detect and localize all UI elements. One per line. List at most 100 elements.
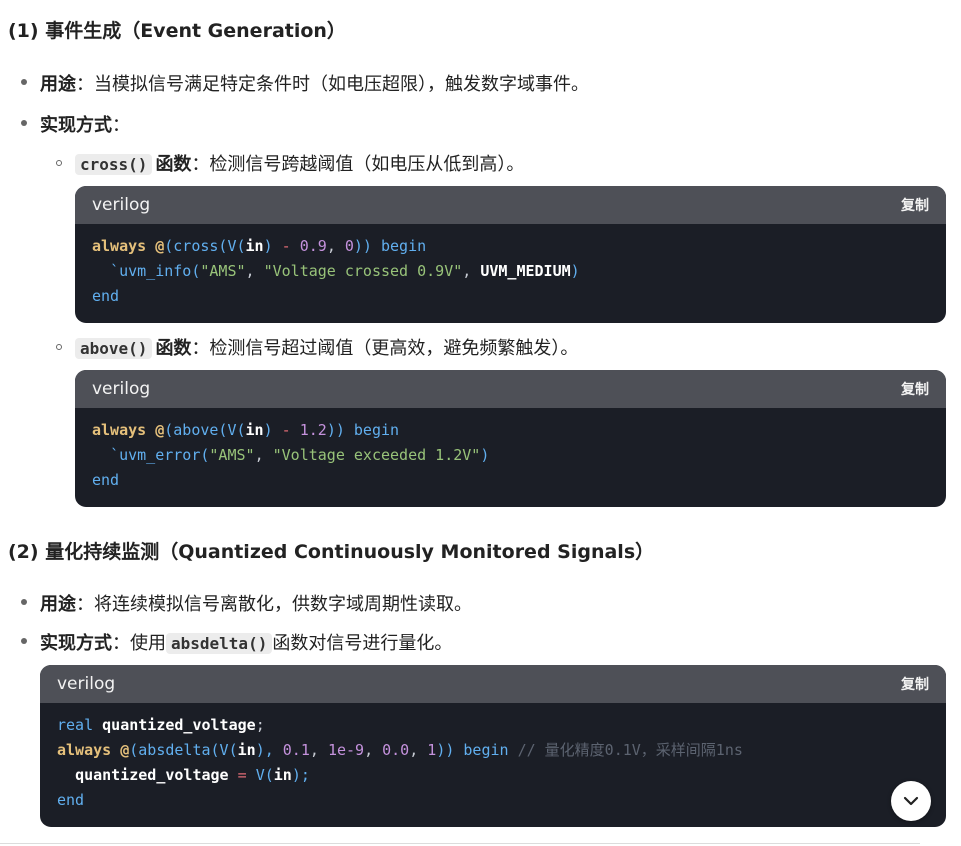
section-heading-event-generation: (1) 事件生成（Event Generation） (8, 20, 346, 42)
code-variable: quantized_voltage (75, 766, 229, 784)
scroll-down-button[interactable] (891, 781, 931, 821)
code-begin: begin (353, 421, 400, 439)
code-paren: ) (480, 446, 490, 464)
code-variable: quantized_voltage (102, 716, 256, 734)
impl-text-a: ：使用 (112, 633, 166, 654)
code-end: end (92, 471, 120, 489)
code-block-absdelta: verilog 复制 real quantized_voltage; alway… (40, 665, 946, 827)
code-begin: begin (463, 741, 509, 759)
impl-label: 实现方式 (40, 633, 112, 654)
code-paren: ) (263, 421, 273, 439)
code-number: 0.1 (282, 741, 310, 759)
code-comma: , (326, 237, 336, 255)
code-at: @ (155, 421, 165, 439)
code-signal: in (245, 237, 264, 255)
code-macro: `uvm_info( (110, 262, 201, 280)
code-language-label: verilog (92, 379, 151, 399)
chevron-down-icon (903, 796, 919, 806)
code-body: always @(cross(V(in) - 0.9, 0)) begin `u… (92, 237, 580, 305)
inline-code-above: above() (75, 338, 153, 359)
code-end: end (57, 791, 85, 809)
cross-func-label: 函数 (155, 154, 192, 175)
copy-button[interactable]: 复制 (901, 379, 929, 399)
code-number: 1.2 (299, 421, 327, 439)
code-paren: )) (436, 741, 455, 759)
code-number: 0 (344, 237, 354, 255)
code-number: 0.9 (299, 237, 327, 255)
code-string: "Voltage exceeded 1.2V" (272, 446, 481, 464)
code-comment: // 量化精度0.1V，采样间隔1ns (517, 741, 743, 759)
sub-bullet-ring (56, 160, 62, 166)
code-signal: in (245, 421, 264, 439)
impl-label: 实现方式 (40, 115, 112, 136)
code-language-label: verilog (92, 195, 151, 215)
code-number: 1 (427, 741, 437, 759)
code-number: 0.0 (382, 741, 410, 759)
code-begin: begin (381, 237, 427, 255)
cross-description: ：检测信号跨越阈值（如电压从低到高）。 (191, 154, 525, 175)
code-call: (cross(V( (164, 237, 246, 255)
copy-button[interactable]: 复制 (901, 195, 929, 215)
list-item-purpose: 用途：当模拟信号满足特定条件时（如电压超限），触发数字域事件。 (40, 70, 589, 96)
bullet-dot (21, 120, 27, 126)
code-header: verilog 复制 (75, 186, 946, 224)
code-header: verilog 复制 (75, 370, 946, 408)
code-paren: )) (353, 237, 372, 255)
code-number: 1e-9 (327, 741, 365, 759)
impl-text-b: 函数对信号进行量化。 (272, 633, 453, 654)
code-body: always @(above(V(in) - 1.2)) begin `uvm_… (92, 421, 490, 489)
list-item-purpose-2: 用途：将连续模拟信号离散化，供数字域周期性读取。 (40, 590, 472, 616)
code-macro: `uvm_error( (110, 446, 210, 464)
code-call: (above(V( (164, 421, 246, 439)
code-string: "AMS" (200, 262, 246, 280)
code-keyword: always (92, 421, 147, 439)
inline-code-cross: cross() (75, 154, 153, 175)
code-block-above: verilog 复制 always @(above(V(in) - 1.2)) … (75, 370, 946, 507)
code-signal: in (237, 741, 256, 759)
code-paren: ), (255, 741, 274, 759)
code-block-cross: verilog 复制 always @(cross(V(in) - 0.9, 0… (75, 186, 946, 323)
bottom-divider (0, 843, 920, 844)
code-keyword: always (57, 741, 112, 759)
code-operator: = (237, 766, 247, 784)
above-description: ：检测信号超过阈值（更高效，避免频繁触发）。 (191, 338, 579, 359)
purpose-label: 用途 (40, 74, 76, 95)
code-end: end (92, 287, 120, 305)
purpose-text: ：当模拟信号满足特定条件时（如电压超限），触发数字域事件。 (76, 74, 589, 95)
code-paren: ); (291, 766, 310, 784)
code-language-label: verilog (57, 674, 116, 694)
code-operator: - (281, 421, 291, 439)
above-func-label: 函数 (155, 338, 192, 359)
bullet-dot (21, 79, 27, 85)
code-call: V( (255, 766, 274, 784)
inline-code-absdelta: absdelta() (166, 633, 273, 654)
code-header: verilog 复制 (40, 665, 946, 703)
code-call: (absdelta(V( (129, 741, 238, 759)
code-signal: in (273, 766, 292, 784)
code-type: real (57, 716, 94, 734)
code-body: real quantized_voltage; always @(absdelt… (57, 716, 743, 809)
impl-text: ： (112, 115, 130, 136)
code-paren: ) (263, 237, 273, 255)
code-string: "Voltage crossed 0.9V" (263, 262, 463, 280)
list-item-cross: cross() 函数：检测信号跨越阈值（如电压从低到高）。 (75, 150, 524, 176)
list-item-implementation: 实现方式： (40, 111, 130, 137)
list-item-implementation-2: 实现方式：使用 absdelta() 函数对信号进行量化。 (40, 629, 452, 655)
list-item-above: above() 函数：检测信号超过阈值（更高效，避免频繁触发）。 (75, 334, 578, 360)
code-paren: ) (570, 262, 580, 280)
purpose-text: ：将连续模拟信号离散化，供数字域周期性读取。 (76, 594, 472, 615)
code-constant: UVM_MEDIUM (480, 262, 571, 280)
bullet-dot (21, 599, 27, 605)
purpose-label: 用途 (40, 594, 76, 615)
bullet-dot (21, 638, 27, 644)
code-keyword: always (92, 237, 147, 255)
code-paren: )) (326, 421, 345, 439)
code-at: @ (120, 741, 130, 759)
copy-button[interactable]: 复制 (901, 674, 929, 694)
section-heading-quantized: (2) 量化持续监测（Quantized Continuously Monito… (8, 541, 655, 563)
code-string: "AMS" (209, 446, 255, 464)
code-semicolon: ; (255, 716, 265, 734)
code-at: @ (155, 237, 165, 255)
code-operator: - (281, 237, 291, 255)
sub-bullet-ring (56, 344, 62, 350)
